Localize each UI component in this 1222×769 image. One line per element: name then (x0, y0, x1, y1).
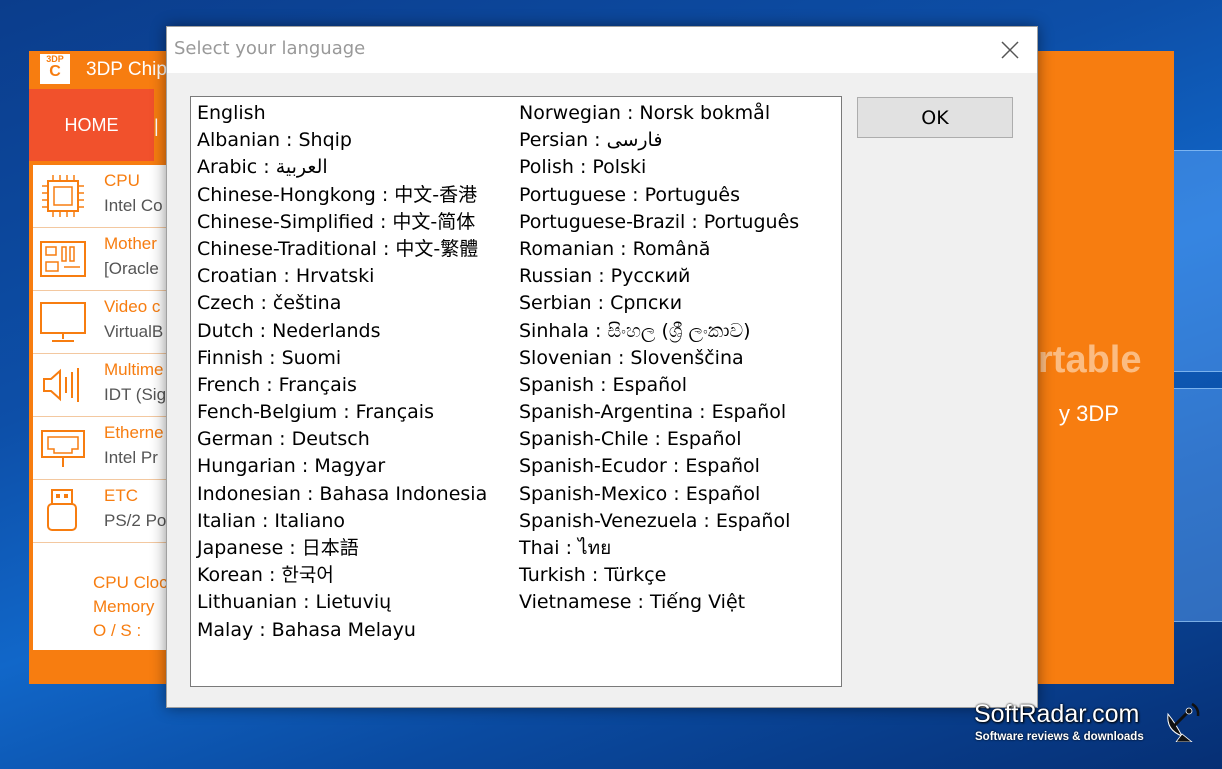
hardware-name: Etherne (104, 423, 164, 442)
language-dialog: Select your language English Albanian : S… (166, 26, 1038, 708)
language-item[interactable]: Spanish-Mexico : Español (519, 481, 799, 508)
language-item[interactable]: English (197, 100, 487, 127)
language-item[interactable]: Czech : čeština (197, 290, 487, 317)
language-item[interactable]: Serbian : Српски (519, 290, 799, 317)
language-item[interactable]: Arabic : العربية (197, 154, 487, 181)
ethernet-icon (41, 430, 85, 467)
hardware-value: Intel Pr (104, 448, 158, 467)
language-item[interactable]: Portuguese : Português (519, 182, 799, 209)
language-item[interactable]: Spanish-Ecudor : Español (519, 453, 799, 480)
language-item[interactable]: Slovenian : Slovenščina (519, 345, 799, 372)
satellite-dish-icon (1167, 702, 1200, 742)
language-item[interactable]: Korean : 한국어 (197, 562, 487, 589)
language-item[interactable]: Spanish-Argentina : Español (519, 399, 799, 426)
hardware-name: ETC (104, 486, 138, 505)
tab-separator: | (154, 116, 159, 136)
windows-logo (1170, 150, 1222, 622)
language-item[interactable]: Malay : Bahasa Melayu (197, 617, 487, 644)
promo-text: rtable (1038, 339, 1142, 381)
speaker-icon (43, 368, 79, 402)
motherboard-icon (40, 241, 86, 277)
tab-home[interactable]: HOME (29, 89, 154, 161)
language-item[interactable]: Fench-Belgium : Français (197, 399, 487, 426)
language-item[interactable]: Russian : Русский (519, 263, 799, 290)
language-item[interactable]: Hungarian : Magyar (197, 453, 487, 480)
language-item[interactable]: Finnish : Suomi (197, 345, 487, 372)
language-item[interactable]: Sinhala : සිංහල (ශ්‍රී ලංකාව) (519, 318, 799, 345)
close-button[interactable] (993, 33, 1027, 67)
hardware-item-etc[interactable]: ETC PS/2 Po (33, 480, 173, 543)
hardware-value: IDT (Sig (104, 385, 167, 404)
dialog-title: Select your language (174, 38, 366, 59)
hardware-item-ethernet[interactable]: Etherne Intel Pr (33, 417, 173, 480)
hardware-panel: CPU Intel Co Mother [Oracle Video c Virt… (33, 165, 173, 650)
language-item[interactable]: Vietnamese : Tiếng Việt (519, 589, 799, 616)
language-item[interactable]: Spanish-Venezuela : Español (519, 508, 799, 535)
app-title: 3DP Chip (86, 59, 167, 80)
hardware-name: Multime (104, 360, 164, 379)
hardware-value: [Oracle (104, 259, 159, 278)
ok-button[interactable]: OK (857, 97, 1013, 138)
language-item[interactable]: Persian : فارسی (519, 127, 799, 154)
language-item[interactable]: Dutch : Nederlands (197, 318, 487, 345)
language-item[interactable]: Polish : Polski (519, 154, 799, 181)
hardware-value: PS/2 Po (104, 511, 167, 530)
language-item[interactable]: German : Deutsch (197, 426, 487, 453)
hardware-value: VirtualB (104, 322, 164, 341)
language-item[interactable]: Chinese-Traditional : 中文-繁體 (197, 236, 487, 263)
usb-icon (47, 489, 77, 531)
language-item[interactable]: Japanese : 日本語 (197, 535, 487, 562)
hardware-name: Video c (104, 297, 161, 316)
language-item[interactable]: Italian : Italiano (197, 508, 487, 535)
language-item[interactable]: Norwegian : Norsk bokmål (519, 100, 799, 127)
dialog-titlebar[interactable]: Select your language (167, 27, 1037, 73)
app-logo: 3DP C (40, 54, 70, 84)
promo-subtext: y 3DP (1059, 401, 1119, 426)
language-item[interactable]: Chinese-Hongkong : 中文-香港 (197, 182, 487, 209)
language-item[interactable]: Spanish-Chile : Español (519, 426, 799, 453)
summary-cpu-clock: CPU Cloc (93, 573, 168, 592)
language-column-left: English Albanian : Shqip Arabic : العربية C… (197, 100, 487, 644)
language-item[interactable]: Romanian : Română (519, 236, 799, 263)
language-item[interactable]: Croatian : Hrvatski (197, 263, 487, 290)
language-item[interactable]: Portuguese-Brazil : Português (519, 209, 799, 236)
monitor-icon (40, 302, 86, 342)
cpu-icon (42, 175, 84, 217)
hardware-item-multimedia[interactable]: Multime IDT (Sig (33, 354, 173, 417)
language-item[interactable]: Lithuanian : Lietuvių (197, 589, 487, 616)
language-item[interactable]: Indonesian : Bahasa Indonesia (197, 481, 487, 508)
hardware-item-motherboard[interactable]: Mother [Oracle (33, 228, 173, 291)
summary-memory: Memory (93, 597, 155, 616)
language-item[interactable]: Albanian : Shqip (197, 127, 487, 154)
hardware-name: CPU (104, 171, 140, 190)
language-item[interactable]: Thai : ไทย (519, 535, 799, 562)
summary-os: O / S : (93, 621, 142, 640)
close-icon (1001, 41, 1019, 59)
hardware-item-video[interactable]: Video c VirtualB (33, 291, 173, 354)
language-column-right: Norwegian : Norsk bokmål Persian : فارسی P… (519, 100, 799, 617)
watermark-name: SoftRadar.com (974, 700, 1140, 728)
hardware-value: Intel Co (104, 196, 163, 215)
language-item[interactable]: Chinese-Simplified : 中文-简体 (197, 209, 487, 236)
language-item[interactable]: French : Français (197, 372, 487, 399)
hardware-name: Mother (104, 234, 157, 253)
watermark: SoftRadar.com Software reviews & downloa… (974, 700, 1214, 750)
language-item[interactable]: Turkish : Türkçe (519, 562, 799, 589)
hardware-item-cpu[interactable]: CPU Intel Co (33, 165, 173, 228)
watermark-tagline: Software reviews & downloads (975, 731, 1144, 743)
language-list[interactable]: English Albanian : Shqip Arabic : العربية C… (190, 96, 842, 687)
language-item[interactable]: Spanish : Español (519, 372, 799, 399)
